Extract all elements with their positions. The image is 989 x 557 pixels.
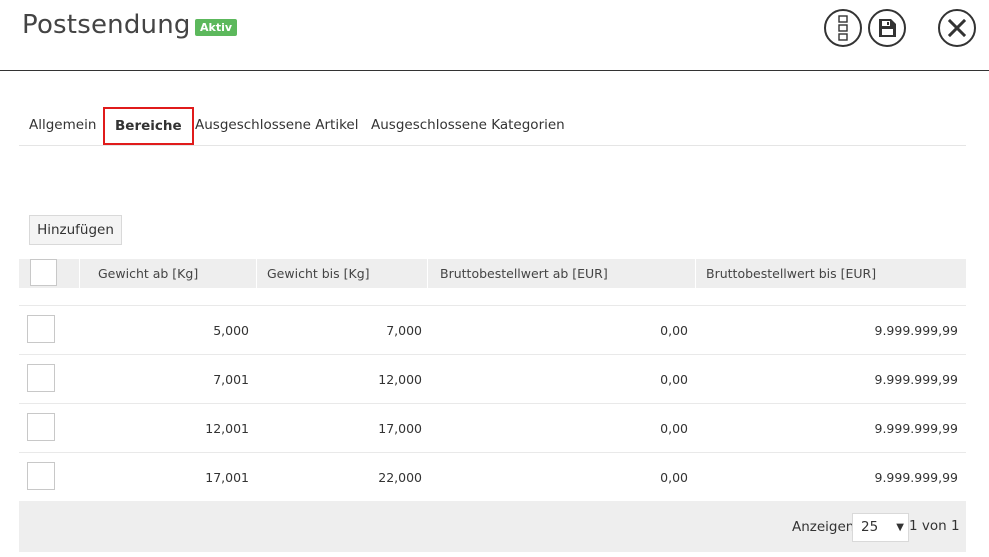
columns-icon	[837, 15, 849, 41]
weight-from-cell: 12,001	[205, 421, 249, 436]
row-checkbox[interactable]	[27, 413, 55, 441]
column-divider	[695, 259, 696, 288]
save-button[interactable]	[868, 9, 906, 47]
table-row[interactable]: 12,001 17,000 0,00 9.999.999,99	[19, 403, 966, 452]
gross-to-cell: 9.999.999,99	[874, 372, 959, 387]
close-button[interactable]	[938, 9, 976, 47]
status-badge: Aktiv	[195, 19, 238, 36]
weight-to-cell: 17,000	[378, 421, 422, 436]
row-checkbox[interactable]	[27, 315, 55, 343]
column-header[interactable]: Bruttobestellwert bis [EUR]	[706, 259, 876, 288]
column-divider	[79, 259, 80, 288]
tab-bereiche[interactable]: Bereiche	[103, 107, 194, 145]
row-checkbox[interactable]	[27, 364, 55, 392]
page-size-label: Anzeigen	[792, 519, 855, 535]
table-row[interactable]: 7,001 12,000 0,00 9.999.999,99	[19, 354, 966, 403]
column-header[interactable]: Bruttobestellwert ab [EUR]	[440, 259, 608, 288]
column-header[interactable]: Gewicht ab [Kg]	[98, 259, 198, 288]
tab-ausgeschlossene-artikel[interactable]: Ausgeschlossene Artikel	[195, 106, 358, 144]
table-row[interactable]: 17,001 22,000 0,00 9.999.999,99	[19, 452, 966, 501]
select-all-checkbox[interactable]	[30, 259, 57, 286]
gross-from-cell: 0,00	[660, 323, 688, 338]
tab-bar: Allgemein Bereiche Ausgeschlossene Artik…	[19, 106, 966, 146]
table-footer: Anzeigen 25 ▼ 1 von 1	[19, 501, 966, 552]
tab-ausgeschlossene-kategorien[interactable]: Ausgeschlossene Kategorien	[371, 106, 565, 144]
gross-to-cell: 9.999.999,99	[874, 323, 959, 338]
weight-from-cell: 7,001	[213, 372, 249, 387]
row-checkbox[interactable]	[27, 462, 55, 490]
column-header[interactable]: Gewicht bis [Kg]	[267, 259, 370, 288]
close-icon	[948, 19, 966, 37]
gross-from-cell: 0,00	[660, 421, 688, 436]
tab-allgemein[interactable]: Allgemein	[29, 106, 96, 144]
chevron-down-icon: ▼	[896, 522, 904, 533]
gross-to-cell: 9.999.999,99	[874, 421, 959, 436]
gross-to-cell: 9.999.999,99	[874, 470, 959, 485]
gross-from-cell: 0,00	[660, 372, 688, 387]
table-header: Gewicht ab [Kg] Gewicht bis [Kg] Bruttob…	[19, 259, 966, 288]
columns-button[interactable]	[824, 9, 862, 47]
weight-from-cell: 17,001	[205, 470, 249, 485]
weight-to-cell: 12,000	[378, 372, 422, 387]
column-divider	[427, 259, 428, 288]
page-size-select[interactable]: 25 ▼	[852, 513, 909, 542]
add-button[interactable]: Hinzufügen	[29, 215, 122, 245]
dialog-header: Postsendung Aktiv	[0, 0, 989, 71]
column-divider	[256, 259, 257, 288]
gross-from-cell: 0,00	[660, 470, 688, 485]
table-row[interactable]: 5,000 7,000 0,00 9.999.999,99	[19, 305, 966, 354]
weight-from-cell: 5,000	[213, 323, 249, 338]
page-size-value: 25	[861, 519, 879, 535]
weight-to-cell: 22,000	[378, 470, 422, 485]
weight-to-cell: 7,000	[386, 323, 422, 338]
save-icon	[876, 17, 898, 39]
page-info: 1 von 1	[909, 518, 960, 534]
page-title: Postsendung	[22, 10, 191, 40]
